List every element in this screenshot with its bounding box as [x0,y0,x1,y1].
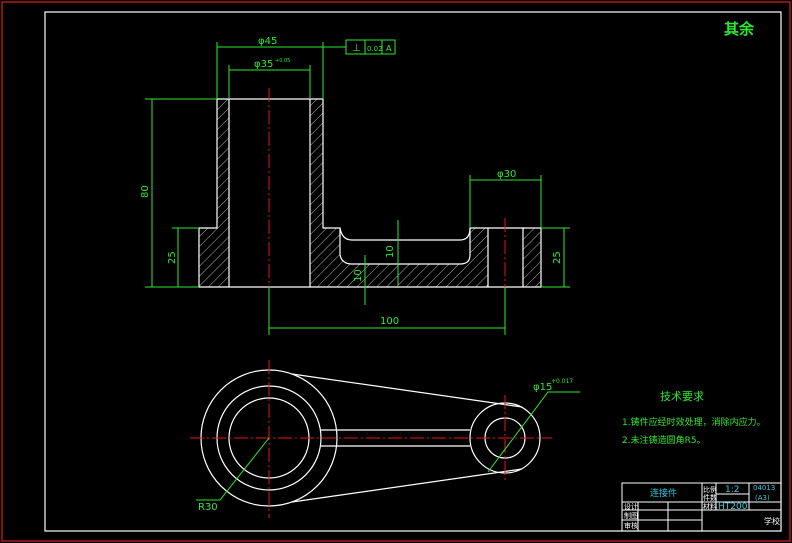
front-section-view [198,88,542,296]
svg-text:+0.05: +0.05 [275,58,290,64]
svg-text:04013: 04013 [753,484,775,492]
technical-requirements: 技术要求 1.铸件应经时效处理，消除内应力。 2.未注铸造圆角R5。 [622,390,766,446]
svg-text:设计: 设计 [624,502,638,511]
svg-text:10: 10 [353,269,364,282]
svg-text:件数: 件数 [703,493,717,502]
svg-text:(A3): (A3) [755,494,770,502]
svg-text:R30: R30 [198,502,218,513]
front-dimensions: φ45 φ35 +0.05 ⊥ 0.02 A φ30 80 25 25 10 1… [140,36,570,335]
svg-text:学校: 学校 [764,516,780,526]
cad-drawing: 其余 φ45 φ35 +0.05 ⊥ 0.02 A φ30 80 25 25 1… [1,1,791,542]
svg-text:φ35: φ35 [254,59,273,70]
top-view: R30 φ15 +0.017 [190,360,580,518]
svg-text:φ30: φ30 [497,169,516,180]
svg-text:+0.017: +0.017 [551,378,573,385]
svg-text:10: 10 [385,245,396,258]
svg-text:φ15: φ15 [533,382,552,393]
svg-text:审核: 审核 [624,521,638,530]
svg-text:25: 25 [167,251,178,264]
svg-text:连接件: 连接件 [650,487,677,499]
svg-text:材料: 材料 [703,502,717,511]
svg-text:2.未注铸造圆角R5。: 2.未注铸造圆角R5。 [622,434,706,446]
svg-text:制图: 制图 [624,511,638,520]
surface-finish-note: 其余 [724,20,755,38]
title-block: 连接件 比例 1:2 件数 材料 HT200 04013 (A3) 设计 制图 … [621,482,782,532]
svg-text:0.02: 0.02 [367,45,383,53]
svg-text:⊥: ⊥ [352,43,361,54]
svg-text:A: A [386,44,392,53]
svg-text:φ45: φ45 [258,36,277,47]
svg-text:100: 100 [380,316,399,327]
svg-text:25: 25 [552,251,563,264]
svg-text:80: 80 [140,185,151,198]
svg-text:HT200: HT200 [718,502,748,512]
svg-text:技术要求: 技术要求 [660,390,704,403]
svg-text:1:2: 1:2 [725,485,739,495]
svg-text:1.铸件应经时效处理，消除内应力。: 1.铸件应经时效处理，消除内应力。 [622,416,766,428]
svg-text:比例: 比例 [703,485,717,494]
